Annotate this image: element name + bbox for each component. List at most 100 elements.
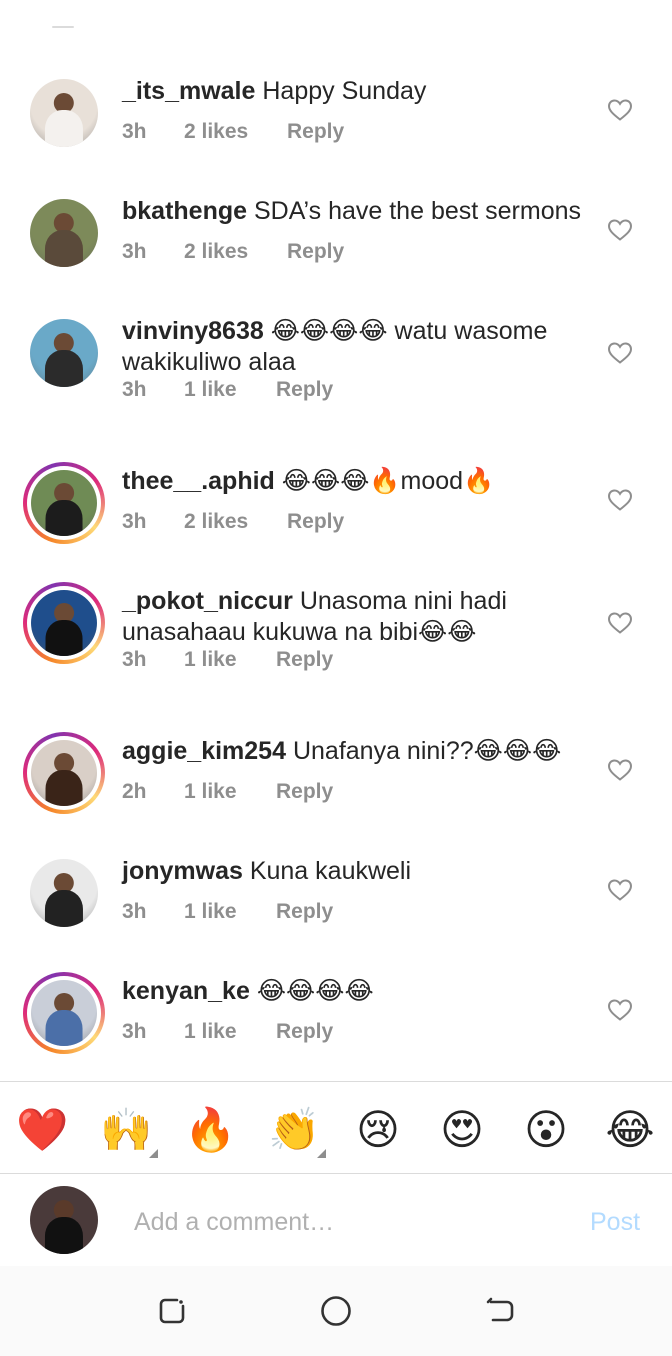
recent-apps-button[interactable] (155, 1294, 189, 1328)
emoji-glyph: 🙌 (100, 1105, 153, 1154)
avatar[interactable] (30, 79, 98, 147)
emoji-glyph: 👏 (268, 1105, 321, 1154)
comment-like-count[interactable]: 2 likes (184, 120, 287, 144)
comment-text: Kuna kaukweli (249, 857, 412, 885)
comment-like-count[interactable]: 1 like (184, 780, 276, 804)
comment-body: aggie_kim254 Unafanya nini??😂😂😂 (122, 736, 592, 767)
quick-reaction-bar: ❤️ 🙌 🔥 👏 😢 😍 😮 😂 (0, 1082, 672, 1174)
comment-username[interactable]: _its_mwale (122, 77, 255, 105)
heart-outline-icon (607, 879, 633, 901)
comment-timestamp: 3h (122, 1020, 147, 1043)
comment-row: vinviny8638 😂😂😂😂 watu wasome wakikuliwo a… (0, 300, 672, 450)
comment-like-count[interactable]: 2 likes (184, 510, 287, 534)
comment-body: _pokot_niccur Unasoma nini hadi unasahaau… (122, 586, 592, 648)
heart-outline-icon (607, 489, 633, 511)
comment-text: SDA’s have the best sermons (253, 197, 581, 225)
back-button[interactable] (483, 1294, 517, 1328)
recent-apps-icon (159, 1298, 185, 1324)
comment-meta: 3h 2 likes Reply (122, 240, 344, 264)
reply-button[interactable]: Reply (276, 378, 333, 402)
comment-row: _its_mwale Happy Sunday 3h 2 likes Reply (0, 60, 672, 180)
avatar-with-story-ring[interactable] (23, 462, 105, 544)
comment-timestamp: 3h (122, 378, 147, 401)
comment-row: aggie_kim254 Unafanya nini??😂😂😂 2h 1 like R… (0, 720, 672, 840)
fire-emoji[interactable]: 🔥 (184, 1104, 236, 1156)
like-comment-button[interactable] (607, 758, 633, 782)
tears-of-joy-emoji[interactable]: 😂 (604, 1104, 656, 1156)
surprised-face-emoji[interactable]: 😮 (520, 1104, 572, 1156)
reply-button[interactable]: Reply (287, 120, 344, 144)
avatar[interactable] (30, 199, 98, 267)
comment-row: bkathenge SDA’s have the best sermons 3h 2… (0, 180, 672, 300)
like-comment-button[interactable] (607, 98, 633, 122)
comment-username[interactable]: bkathenge (122, 197, 247, 225)
comment-row: kenyan_ke 😂😂😂😂 3h 1 like Reply (0, 960, 672, 1080)
reply-button[interactable]: Reply (276, 648, 333, 672)
reply-button[interactable]: Reply (276, 900, 333, 924)
comment-username[interactable]: vinviny8638 (122, 317, 264, 345)
heart-outline-icon (607, 342, 633, 364)
comment-timestamp: 3h (122, 648, 147, 671)
like-comment-button[interactable] (607, 488, 633, 512)
comment-meta: 3h 1 like Reply (122, 1020, 333, 1044)
variant-indicator-icon (149, 1149, 158, 1158)
comment-like-count[interactable]: 1 like (184, 378, 276, 402)
comment-timestamp: 2h (122, 780, 147, 803)
crying-face-emoji[interactable]: 😢 (352, 1104, 404, 1156)
sheet-drag-handle[interactable] (52, 26, 74, 28)
comment-like-count[interactable]: 2 likes (184, 240, 287, 264)
home-icon (321, 1296, 351, 1326)
comment-timestamp: 3h (122, 900, 147, 923)
comment-body: _its_mwale Happy Sunday (122, 76, 592, 107)
comment-row: thee__.aphid 😂😂😂🔥mood🔥 3h 2 likes Reply (0, 450, 672, 570)
heart-outline-icon (607, 612, 633, 634)
comment-body: thee__.aphid 😂😂😂🔥mood🔥 (122, 466, 592, 497)
comment-body: vinviny8638 😂😂😂😂 watu wasome wakikuliwo a… (122, 316, 592, 378)
comment-username[interactable]: _pokot_niccur (122, 587, 293, 615)
android-navigation-bar (0, 1266, 672, 1356)
emoji-glyph: 😢 (356, 1105, 400, 1154)
reply-button[interactable]: Reply (276, 1020, 333, 1044)
comment-like-count[interactable]: 1 like (184, 1020, 276, 1044)
like-comment-button[interactable] (607, 998, 633, 1022)
like-comment-button[interactable] (607, 341, 633, 365)
red-heart-emoji[interactable]: ❤️ (16, 1104, 68, 1156)
own-avatar (30, 1186, 98, 1254)
comment-text: 😂😂😂😂 (256, 977, 374, 1005)
comment-like-count[interactable]: 1 like (184, 648, 276, 672)
reply-button[interactable]: Reply (287, 240, 344, 264)
reply-button[interactable]: Reply (276, 780, 333, 804)
reply-button[interactable]: Reply (287, 510, 344, 534)
comment-meta: 3h 1 like Reply (122, 900, 333, 924)
comment-meta: 3h 1 like Reply (122, 648, 333, 672)
comment-username[interactable]: thee__.aphid (122, 467, 275, 495)
heart-outline-icon (607, 759, 633, 781)
comment-text-continued: unasahaau kukuwa na bibi😂😂 (122, 618, 477, 646)
comment-meta: 3h 2 likes Reply (122, 510, 344, 534)
avatar-with-story-ring[interactable] (23, 972, 105, 1054)
comment-meta: 3h 1 like Reply (122, 378, 333, 402)
like-comment-button[interactable] (607, 218, 633, 242)
post-button[interactable]: Post (590, 1208, 640, 1237)
home-button[interactable] (319, 1294, 353, 1328)
comment-like-count[interactable]: 1 like (184, 900, 276, 924)
comment-text: Happy Sunday (262, 77, 427, 105)
raising-hands-emoji[interactable]: 🙌 (100, 1104, 158, 1158)
avatar-with-story-ring[interactable] (23, 582, 105, 664)
avatar-with-story-ring[interactable] (23, 732, 105, 814)
avatar[interactable] (30, 859, 98, 927)
comment-username[interactable]: jonymwas (122, 857, 243, 885)
comment-body: kenyan_ke 😂😂😂😂 (122, 976, 592, 1007)
comment-username[interactable]: kenyan_ke (122, 977, 250, 1005)
heart-eyes-emoji[interactable]: 😍 (436, 1104, 488, 1156)
emoji-glyph: 🔥 (184, 1105, 237, 1154)
comment-input[interactable] (134, 1204, 554, 1240)
avatar[interactable] (30, 319, 98, 387)
like-comment-button[interactable] (607, 878, 633, 902)
comment-meta: 3h 2 likes Reply (122, 120, 344, 144)
variant-indicator-icon (317, 1149, 326, 1158)
clapping-hands-emoji[interactable]: 👏 (268, 1104, 326, 1158)
comment-username[interactable]: aggie_kim254 (122, 737, 286, 765)
emoji-glyph: 😍 (440, 1105, 484, 1154)
like-comment-button[interactable] (607, 611, 633, 635)
